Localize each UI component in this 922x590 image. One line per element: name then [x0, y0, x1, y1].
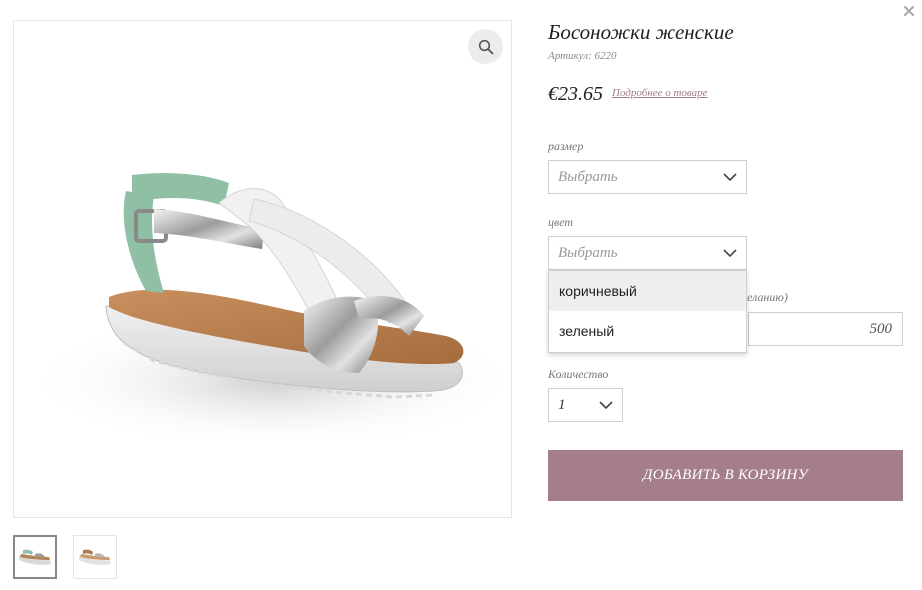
product-sku: Артикул: 6220	[548, 50, 617, 62]
size-label: размер	[548, 139, 584, 153]
chevron-down-icon	[723, 249, 737, 258]
product-image-frame	[13, 20, 512, 518]
product-price: €23.65	[548, 83, 603, 105]
quantity-select[interactable]: 1	[548, 388, 623, 422]
chevron-down-icon	[599, 401, 613, 410]
thumbnail-sandal-silver	[19, 549, 51, 565]
close-button[interactable]	[901, 3, 917, 19]
add-to-cart-label: ДОБАВИТЬ В КОРЗИНУ	[642, 467, 809, 483]
quantity-label: Количество	[548, 367, 609, 381]
magnifier-icon	[478, 39, 493, 54]
color-dropdown-list: коричневый зеленый	[548, 270, 747, 353]
product-title: Босоножки женские	[548, 20, 734, 44]
color-select-value: Выбрать	[558, 244, 618, 261]
add-to-cart-button[interactable]: ДОБАВИТЬ В КОРЗИНУ	[548, 450, 903, 501]
size-select[interactable]: Выбрать	[548, 160, 747, 194]
color-select[interactable]: Выбрать	[548, 236, 747, 270]
zoom-button[interactable]	[468, 29, 503, 64]
color-option-brown[interactable]: коричневый	[549, 271, 746, 311]
color-label: цвет	[548, 215, 574, 229]
amount-input[interactable]	[748, 312, 903, 346]
thumbnail-2[interactable]	[73, 535, 117, 579]
thumbnail-1[interactable]	[13, 535, 57, 579]
thumbnail-sandal-brown	[79, 549, 111, 565]
size-select-value: Выбрать	[558, 168, 618, 185]
product-details-link[interactable]: Подробнее о товаре	[612, 87, 708, 99]
color-option-green[interactable]: зеленый	[549, 311, 746, 351]
quantity-select-value: 1	[558, 396, 566, 413]
sandal-image	[24, 173, 511, 441]
close-icon	[904, 6, 914, 16]
chevron-down-icon	[723, 173, 737, 182]
